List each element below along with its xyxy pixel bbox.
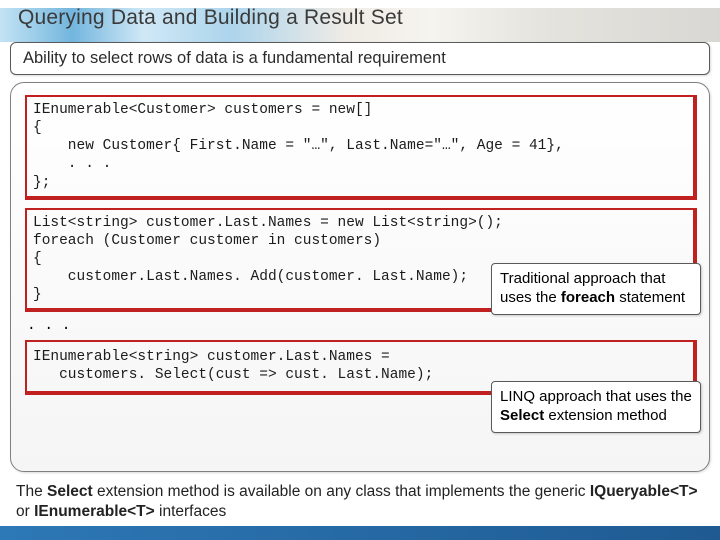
callout-bold: foreach (561, 289, 615, 306)
footer-bold: Select (47, 483, 93, 500)
code-card: IEnumerable<Customer> customers = new[] … (10, 82, 710, 472)
footer-bold: IQueryable<T> (590, 483, 698, 500)
slide: Querying Data and Building a Result Set … (0, 0, 720, 540)
subtitle-text: Ability to select rows of data is a fund… (23, 49, 446, 67)
page-title: Querying Data and Building a Result Set (18, 6, 403, 30)
callout-foreach: Traditional approach that uses the forea… (491, 263, 701, 315)
code-block-declare: IEnumerable<Customer> customers = new[] … (25, 95, 697, 200)
code-ellipsis: . . . (25, 312, 695, 340)
callout-linq: LINQ approach that uses the Select exten… (491, 381, 701, 433)
callout-text-tail: statement (615, 289, 685, 306)
callout-bold: Select (500, 407, 544, 424)
subtitle-box: Ability to select rows of data is a fund… (10, 42, 710, 75)
footer-seg: or (16, 503, 34, 520)
footer-bar (0, 526, 720, 540)
callout-text: LINQ approach that uses the (500, 388, 692, 405)
footer-seg: The (16, 483, 47, 500)
footer-bold: IEnumerable<T> (34, 503, 155, 520)
footer-seg: interfaces (155, 503, 227, 520)
footer-seg: extension method is available on any cla… (93, 483, 590, 500)
callout-text-tail: extension method (544, 407, 667, 424)
footer-text: The Select extension method is available… (16, 482, 704, 522)
